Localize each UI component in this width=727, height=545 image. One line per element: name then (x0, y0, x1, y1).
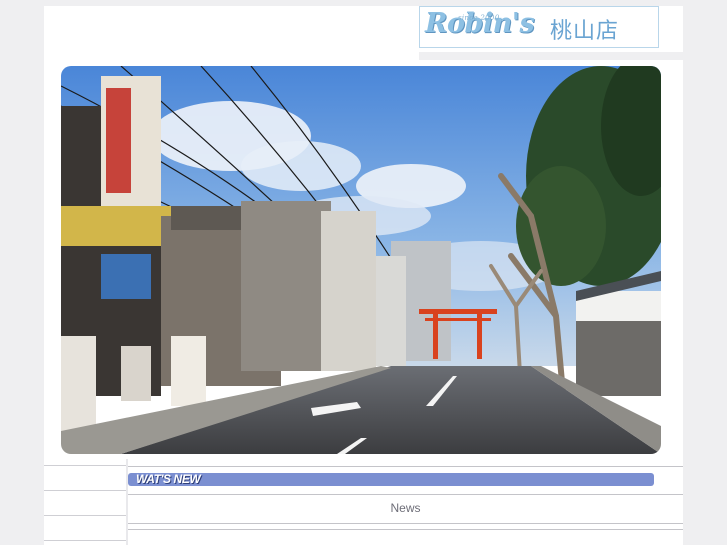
left-column-divider (44, 540, 126, 541)
header-strip (419, 52, 683, 60)
left-column-divider (44, 490, 126, 491)
news-rule-top (128, 466, 683, 467)
hero-photo (61, 66, 661, 454)
page: Robin's since 2000 桃山店 WAT'S NEW News (44, 6, 683, 545)
store-name: 桃山店 (550, 19, 620, 44)
whats-new-bar: WAT'S NEW (128, 472, 654, 486)
whats-new-title: WAT'S NEW (136, 472, 201, 486)
logo[interactable]: Robin's since 2000 桃山店 (419, 6, 659, 48)
news-rule (128, 494, 683, 495)
news-label[interactable]: News (128, 501, 683, 515)
left-column (44, 465, 126, 545)
street-scene-image (61, 66, 661, 454)
left-column-divider (44, 465, 126, 466)
logo-wordmark: Robin's (425, 8, 535, 39)
news-rule (128, 529, 683, 530)
hero-frame (44, 60, 683, 465)
left-column-divider (44, 515, 126, 516)
news-rule (128, 523, 683, 524)
logo-since-text: since 2000 (458, 14, 500, 22)
